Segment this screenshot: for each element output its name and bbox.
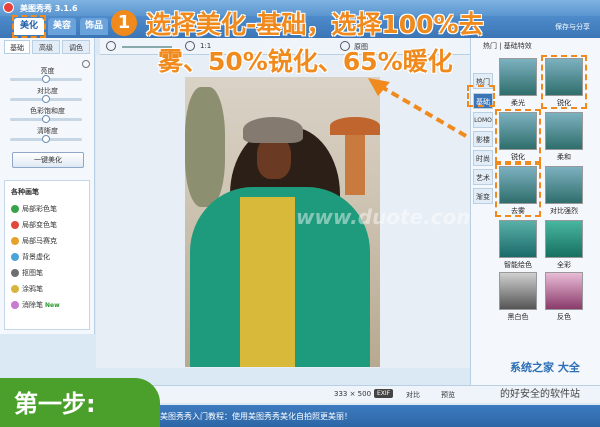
one-click-beautify-button[interactable]: 一键美化 <box>12 152 84 168</box>
brush-item[interactable]: 局部彩色笔 <box>11 203 57 215</box>
sharpness-slider[interactable] <box>10 135 82 143</box>
brush-icon <box>11 285 19 293</box>
effect-thumb[interactable] <box>545 112 583 150</box>
instruction-line2: 雾、50%锐化、65%暖化 <box>158 47 453 76</box>
slider-knob[interactable] <box>42 75 50 83</box>
step-banner: 第一步: <box>0 378 160 427</box>
highlight-sharpen <box>541 55 587 109</box>
vtab-gradient[interactable]: 渐变 <box>473 188 493 204</box>
step-label: 第一步: <box>14 390 96 418</box>
slider-knob[interactable] <box>42 95 50 103</box>
slider-knob[interactable] <box>42 135 50 143</box>
subtab-advanced[interactable]: 高级 <box>32 40 60 54</box>
vtab-studio[interactable]: 影楼 <box>473 131 493 147</box>
brush-icon <box>11 269 19 277</box>
exif-button[interactable]: EXIF <box>374 389 394 398</box>
brush-icon <box>11 301 19 309</box>
corner-logo-subtitle: 的好安全的软件站 <box>500 389 580 400</box>
brush-panel: 各种画笔 局部彩色笔 局部变色笔 局部马赛克 背景虚化 抠图笔 涂鸦笔 消除笔 N… <box>4 180 90 330</box>
watermark: www.duote.com <box>296 205 478 229</box>
step-number-badge: 1 <box>111 10 137 36</box>
effect-label: 全彩 <box>557 261 571 269</box>
brush-item[interactable]: 消除笔 New <box>11 299 60 311</box>
arrow-pointer-icon <box>368 78 468 138</box>
vtab-art[interactable]: 艺术 <box>473 169 493 185</box>
brush-icon <box>11 205 19 213</box>
photo-shirt <box>240 197 295 367</box>
effect-label: 黑白色 <box>507 313 529 321</box>
effect-label: 柔和 <box>557 153 571 161</box>
brush-item[interactable]: 背景虚化 <box>11 251 50 263</box>
brush-item[interactable]: 涂鸦笔 <box>11 283 43 295</box>
brush-label: 局部马赛克 <box>22 237 57 245</box>
compare-button[interactable]: 对比 <box>406 390 420 400</box>
effect-thumb[interactable] <box>545 166 583 204</box>
corner-logo: 系统之家 大全 的好安全的软件站 <box>460 355 600 405</box>
effect-thumb[interactable] <box>545 272 583 310</box>
highlight-sharpen-2 <box>495 109 541 163</box>
brightness-slider[interactable] <box>10 75 82 83</box>
brush-item[interactable]: 抠图笔 <box>11 267 43 279</box>
brush-icon <box>11 237 19 245</box>
effect-thumb[interactable] <box>499 220 537 258</box>
instruction-line1: 选择美化-基础，选择100%去 <box>146 10 484 39</box>
photo-cap <box>243 117 303 143</box>
brush-label: 涂鸦笔 <box>22 285 43 293</box>
tab-cosmetic[interactable]: 美容 <box>48 18 76 35</box>
brush-label: 局部变色笔 <box>22 221 57 229</box>
effect-thumb[interactable] <box>499 272 537 310</box>
effect-thumb[interactable] <box>545 220 583 258</box>
zoom-out-icon[interactable] <box>106 41 116 51</box>
brush-label: 抠图笔 <box>22 269 43 277</box>
brush-icon <box>11 221 19 229</box>
brush-label: 局部彩色笔 <box>22 205 57 213</box>
highlight-dehaze <box>495 163 541 217</box>
effect-label: 反色 <box>557 313 571 321</box>
subtab-color[interactable]: 调色 <box>62 40 90 54</box>
subtab-basic[interactable]: 基础 <box>4 40 30 54</box>
effect-thumb[interactable] <box>499 58 537 96</box>
window-title: 美图秀秀 3.1.6 <box>20 4 78 13</box>
vtab-lomo[interactable]: LOMO <box>473 112 493 128</box>
effects-header: 热门 | 基础特效 <box>483 42 532 50</box>
photo-tree <box>185 87 225 207</box>
brush-item[interactable]: 局部马赛克 <box>11 235 57 247</box>
app-logo-icon <box>3 2 14 13</box>
highlight-basic-tab <box>467 85 495 107</box>
brush-label: 背景虚化 <box>22 253 50 261</box>
image-size: 333 × 500 <box>334 390 372 398</box>
brush-item[interactable]: 局部变色笔 <box>11 219 57 231</box>
effect-label: 柔光 <box>511 99 525 107</box>
effect-label: 智能绘色 <box>504 261 532 269</box>
contrast-slider[interactable] <box>10 95 82 103</box>
brush-icon <box>11 253 19 261</box>
effect-label: 对比强烈 <box>550 207 578 215</box>
tab-decorations[interactable]: 饰品 <box>80 18 108 35</box>
corner-logo-title: 系统之家 大全 <box>510 361 580 374</box>
photo-face <box>257 137 291 179</box>
vtab-fashion[interactable]: 时尚 <box>473 150 493 166</box>
preview-button[interactable]: 预览 <box>441 390 455 400</box>
brush-panel-title: 各种画笔 <box>11 188 39 196</box>
slider-knob[interactable] <box>42 115 50 123</box>
highlight-beautify-tab <box>12 15 46 38</box>
left-panel: 基础 高级 调色 亮度 对比度 色彩饱和度 清晰度 一键美化 各种画笔 局部彩色… <box>0 38 95 334</box>
effects-panel: 热门 | 基础特效 热门 基础 LOMO 影楼 时尚 艺术 渐变 柔光 锐化 锐… <box>467 38 600 385</box>
brush-label: 消除笔 <box>22 301 43 309</box>
new-badge: New <box>45 302 60 309</box>
saturation-slider[interactable] <box>10 115 82 123</box>
save-share-button[interactable]: 保存与分享 <box>555 22 590 32</box>
bottom-tip: 美图秀秀入门教程：使用美图秀秀美化自拍照更美丽！ <box>160 412 352 421</box>
